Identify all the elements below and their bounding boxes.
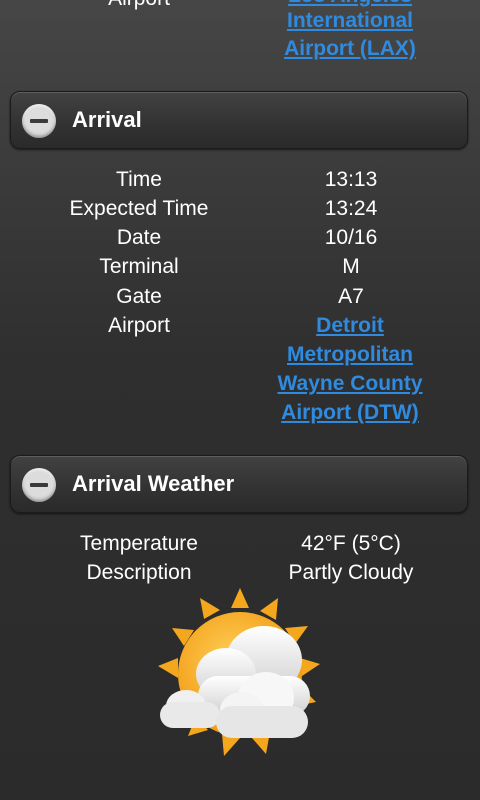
row-value: A7 [338, 285, 364, 308]
row-value: 10/16 [324, 226, 378, 249]
arrival-airport-link-line-3[interactable]: Wayne County [262, 369, 438, 398]
departure-airport-link-line-2[interactable]: International [262, 6, 438, 35]
arrival-title: Arrival [72, 107, 142, 132]
arrival-row-terminal: Terminal M [0, 252, 480, 281]
arrival-row-expected-time: Expected Time 13:24 [0, 194, 480, 223]
arrival-section-header[interactable]: Arrival [10, 91, 468, 149]
collapse-icon[interactable] [22, 468, 56, 502]
arrival-row-gate: Gate A7 [0, 282, 480, 311]
weather-row-temperature: Temperature 42°F (5°C) [0, 529, 480, 558]
row-value: M [342, 255, 360, 278]
row-label: Terminal [99, 255, 179, 278]
row-label: Time [116, 168, 162, 191]
arrival-airport-link-line-1[interactable]: Detroit [262, 311, 438, 340]
row-value: 42°F (5°C) [301, 532, 401, 555]
departure-airport-link-line-3[interactable]: Airport (LAX) [262, 34, 438, 63]
weather-row-description: Description Partly Cloudy [0, 558, 480, 587]
row-label: Airport [108, 314, 170, 337]
row-label: Expected Time [69, 197, 209, 220]
partly-cloudy-icon [158, 588, 320, 756]
row-value: 13:13 [324, 168, 378, 191]
row-label: Gate [116, 285, 162, 308]
departure-airport-label: Airport [40, 0, 238, 13]
row-value: 13:24 [324, 197, 378, 220]
arrival-airport-link-line-4[interactable]: Airport (DTW) [262, 398, 438, 427]
arrival-row-time: Time 13:13 [0, 165, 480, 194]
row-label: Description [86, 561, 192, 584]
arrival-weather-section-header[interactable]: Arrival Weather [10, 455, 468, 513]
row-value: Partly Cloudy [288, 561, 414, 584]
collapse-icon[interactable] [22, 104, 56, 138]
arrival-row-date: Date 10/16 [0, 223, 480, 252]
arrival-weather-title: Arrival Weather [72, 471, 235, 496]
arrival-airport-link-line-2[interactable]: Metropolitan [262, 340, 438, 369]
row-label: Date [116, 226, 162, 249]
row-label: Temperature [80, 532, 198, 555]
